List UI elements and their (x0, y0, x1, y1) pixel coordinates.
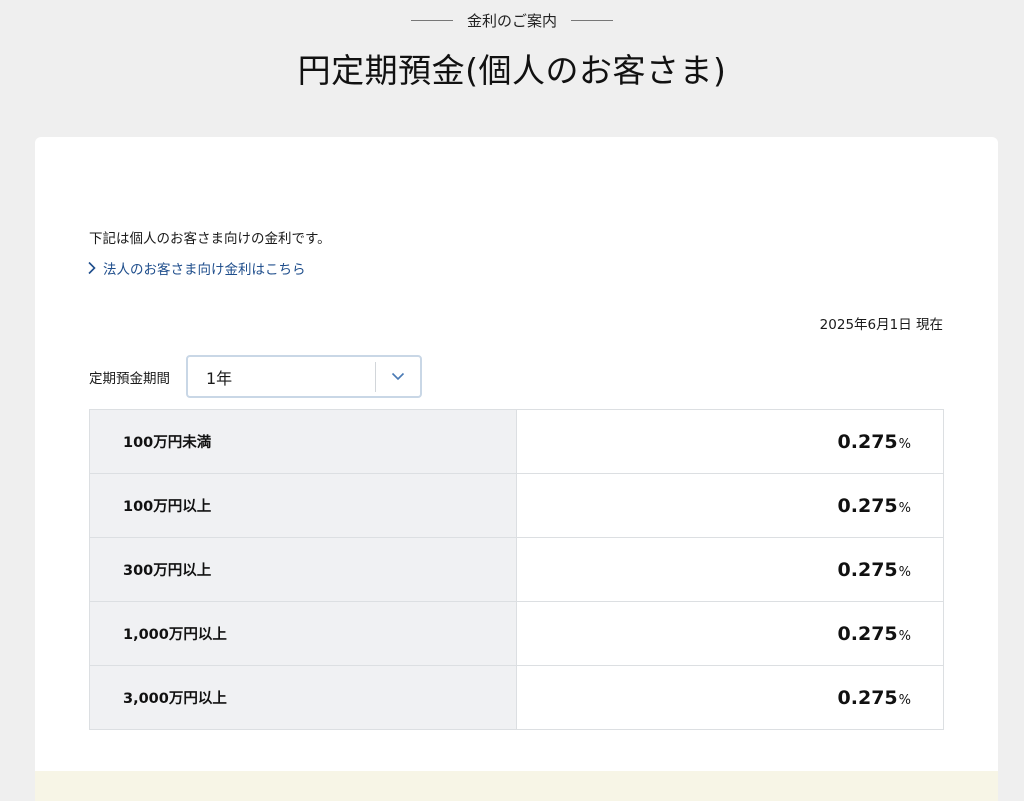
rate-card: 下記は個人のお客さま向けの金利です。 法人のお客さま向け金利はこちら 2025年… (35, 137, 998, 801)
eyebrow-line-left (410, 20, 453, 21)
tier-label: 1,000万円以上 (89, 601, 517, 666)
rate-value: 0.275% (516, 409, 944, 474)
tier-label: 100万円以上 (89, 473, 517, 538)
chevron-right-icon (87, 261, 97, 275)
section-eyebrow: 金利のご案内 (0, 10, 1024, 31)
rate-unit: % (898, 628, 911, 644)
page-title: 円定期預金(個人のお客さま) (297, 51, 727, 90)
table-row: 3,000万円以上 0.275% (89, 665, 944, 730)
corporate-link-label: 法人のお客さま向け金利はこちら (103, 262, 306, 278)
table-row: 1,000万円以上 0.275% (89, 601, 944, 666)
tier-label: 300万円以上 (89, 537, 517, 602)
corporate-rates-link[interactable]: 法人のお客さま向け金利はこちら (87, 258, 306, 278)
eyebrow-text: 金利のご案内 (466, 12, 557, 30)
rate-unit: % (898, 436, 911, 452)
table-row: 100万円以上 0.275% (89, 473, 944, 538)
rate-number: 0.275 (837, 430, 898, 453)
rate-number: 0.275 (837, 686, 898, 709)
rate-unit: % (898, 692, 911, 708)
intro-text: 下記は個人のお客さま向けの金利です。 (89, 231, 331, 247)
rate-number: 0.275 (837, 494, 898, 517)
chevron-down-icon[interactable] (376, 372, 420, 381)
as-of-date: 2025年6月1日 現在 (819, 317, 943, 333)
tier-label: 3,000万円以上 (89, 665, 517, 730)
notice-strip (35, 771, 998, 801)
table-row: 300万円以上 0.275% (89, 537, 944, 602)
period-label: 定期預金期間 (89, 370, 170, 387)
period-select[interactable]: 1年 (186, 355, 422, 398)
period-selector-row: 定期預金期間 1年 (89, 355, 422, 398)
tier-label: 100万円未満 (89, 409, 517, 474)
rate-table: 100万円未満 0.275% 100万円以上 0.275% 300万円以上 0.… (89, 409, 944, 730)
rate-unit: % (898, 500, 911, 516)
rate-number: 0.275 (837, 558, 898, 581)
rate-value: 0.275% (516, 473, 944, 538)
rate-value: 0.275% (516, 537, 944, 602)
rate-unit: % (898, 564, 911, 580)
rate-value: 0.275% (516, 601, 944, 666)
rate-number: 0.275 (837, 622, 898, 645)
period-selected-value: 1年 (206, 368, 233, 388)
table-row: 100万円未満 0.275% (89, 409, 944, 474)
eyebrow-line-right (571, 20, 613, 21)
rate-value: 0.275% (516, 665, 944, 730)
